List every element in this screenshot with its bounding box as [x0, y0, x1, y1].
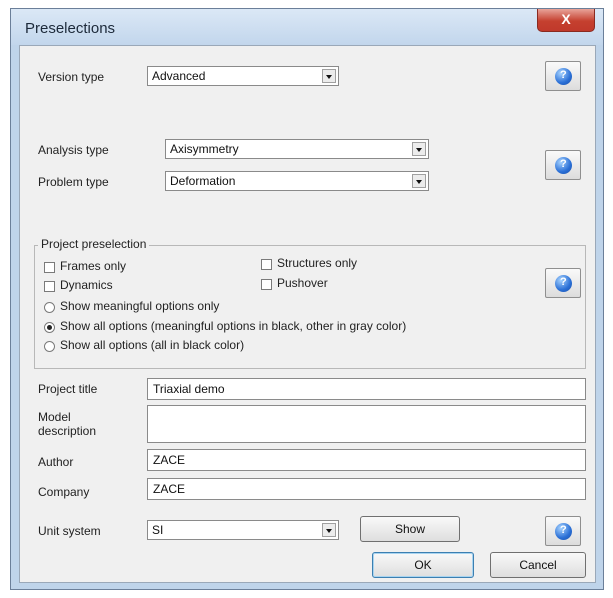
author-label: Author	[38, 455, 74, 469]
company-label: Company	[38, 485, 90, 499]
model-description-input[interactable]	[147, 405, 586, 443]
checkbox-structures-only-label: Structures only	[277, 256, 358, 270]
checkbox-dynamics[interactable]	[44, 281, 55, 292]
project-title-input[interactable]: Triaxial demo	[147, 378, 586, 400]
unit-system-select[interactable]: SI	[147, 520, 339, 540]
cancel-button[interactable]: Cancel	[490, 552, 586, 578]
checkbox-frames-only[interactable]	[44, 262, 55, 273]
dialog-title: Preselections	[25, 20, 116, 37]
show-units-button[interactable]: Show	[360, 516, 460, 542]
close-icon: X	[561, 11, 571, 27]
help-question-icon	[555, 275, 572, 292]
chevron-down-icon[interactable]	[322, 523, 336, 537]
version-type-value: Advanced	[152, 69, 206, 83]
radio-all-options-gray[interactable]	[44, 322, 55, 333]
preselections-dialog: Preselections X Version type Advanced An…	[10, 8, 604, 590]
radio-meaningful-only[interactable]	[44, 302, 55, 313]
chevron-down-icon[interactable]	[412, 142, 426, 156]
analysis-type-label: Analysis type	[38, 143, 109, 157]
radio-all-options-gray-label: Show all options (meaningful options in …	[60, 319, 407, 333]
checkbox-frames-only-label: Frames only	[60, 259, 127, 273]
checkbox-pushover-label: Pushover	[277, 276, 328, 290]
checkbox-structures-only[interactable]	[261, 259, 272, 270]
analysis-type-value: Axisymmetry	[170, 142, 239, 156]
version-type-label: Version type	[38, 70, 105, 84]
problem-type-select[interactable]: Deformation	[165, 171, 429, 191]
help-button-analysis[interactable]	[545, 150, 581, 180]
help-button-units[interactable]	[545, 516, 581, 546]
title-bar: Preselections X	[11, 9, 603, 45]
help-button-preselection[interactable]	[545, 268, 581, 298]
version-type-select[interactable]: Advanced	[147, 66, 339, 86]
author-input[interactable]: ZACE	[147, 449, 586, 471]
help-question-icon	[555, 523, 572, 540]
problem-type-label: Problem type	[38, 175, 109, 189]
company-input[interactable]: ZACE	[147, 478, 586, 500]
project-preselection-legend: Project preselection	[38, 237, 150, 251]
help-question-icon	[555, 157, 572, 174]
checkbox-dynamics-label: Dynamics	[60, 278, 113, 292]
unit-system-label: Unit system	[38, 524, 101, 538]
close-button[interactable]: X	[537, 9, 595, 32]
radio-all-options-black-label: Show all options (all in black color)	[60, 338, 245, 352]
analysis-type-select[interactable]: Axisymmetry	[165, 139, 429, 159]
help-button-version[interactable]	[545, 61, 581, 91]
radio-all-options-black[interactable]	[44, 341, 55, 352]
checkbox-pushover[interactable]	[261, 279, 272, 290]
radio-meaningful-only-label: Show meaningful options only	[60, 299, 220, 313]
dialog-body: Version type Advanced Analysis type Axis…	[19, 45, 596, 583]
help-question-icon	[555, 68, 572, 85]
chevron-down-icon[interactable]	[322, 69, 336, 83]
model-description-label-line1: Model	[38, 410, 71, 424]
project-title-label: Project title	[38, 382, 98, 396]
model-description-label-line2: description	[38, 424, 97, 438]
problem-type-value: Deformation	[170, 174, 236, 188]
ok-button[interactable]: OK	[372, 552, 474, 578]
chevron-down-icon[interactable]	[412, 174, 426, 188]
unit-system-value: SI	[152, 523, 164, 537]
